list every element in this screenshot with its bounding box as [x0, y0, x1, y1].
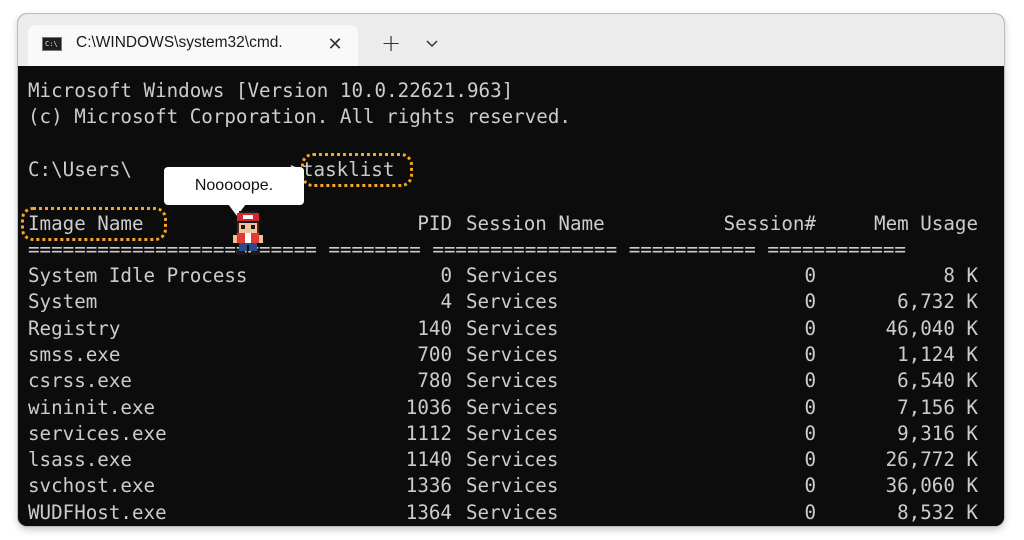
process-row: svchost.exe 1336 Services 0 36,060 K	[28, 473, 988, 499]
prompt-path: C:\Users\	[28, 158, 132, 181]
process-row: Registry 140 Services 0 46,040 K	[28, 316, 988, 342]
process-mem-usage: 46,040 K	[885, 316, 978, 340]
close-icon[interactable]: ✕	[322, 32, 348, 58]
process-mem-usage: 36,060 K	[885, 474, 978, 498]
process-mem-usage: 8,532 K	[897, 500, 978, 524]
plus-icon[interactable]: +	[374, 28, 408, 58]
title-bar: C:\ C:\WINDOWS\system32\cmd. ✕ +	[18, 14, 1004, 66]
process-row: lsass.exe 1140 Services 0 26,772 K	[28, 447, 988, 473]
copyright-line: (c) Microsoft Corporation. All rights re…	[28, 105, 571, 128]
process-mem-usage: 6,540 K	[897, 369, 978, 393]
process-row: services.exe 1112 Services 0 9,316 K	[28, 421, 988, 447]
process-row: smss.exe 700 Services 0 1,124 K	[28, 342, 988, 368]
process-mem-usage: 6,732 K	[897, 290, 978, 314]
process-mem-usage: 26,772 K	[885, 448, 978, 472]
chevron-down-icon[interactable]	[418, 29, 446, 59]
terminal-output[interactable]: Microsoft Windows [Version 10.0.22621.96…	[18, 66, 1004, 526]
speech-callout: Nooooope.	[164, 167, 304, 205]
process-row: wininit.exe 1036 Services 0 7,156 K	[28, 395, 988, 421]
process-row: WUDFHost.exe 1364 Services 0 8,532 K	[28, 500, 988, 526]
pixel-trainer-sprite	[233, 211, 263, 255]
process-row: System Idle Process 0 Services 0 8 K	[28, 263, 988, 289]
cmd-icon: C:\	[42, 37, 62, 51]
process-mem-usage: 8 K	[943, 264, 978, 287]
process-row: System 4 Services 0 6,732 K	[28, 289, 988, 315]
process-mem-usage: 9,316 K	[897, 421, 978, 445]
separator-line: ========================= ======== =====…	[28, 238, 906, 261]
process-mem-usage: 1,124 K	[897, 342, 978, 366]
process-mem-usage: 7,156 K	[897, 395, 978, 419]
terminal-window: C:\ C:\WINDOWS\system32\cmd. ✕ + Microso…	[18, 14, 1004, 526]
header-highlight	[21, 207, 167, 241]
header-row: Image Name PID Session Name Session# Mem…	[28, 211, 988, 237]
command-highlight	[301, 153, 413, 187]
version-line: Microsoft Windows [Version 10.0.22621.96…	[28, 79, 514, 102]
header-mem-usage: Mem Usage	[874, 212, 978, 235]
tab-title: C:\WINDOWS\system32\cmd.	[76, 34, 283, 51]
process-row: csrss.exe 780 Services 0 6,540 K	[28, 368, 988, 394]
tab-cmd[interactable]: C:\ C:\WINDOWS\system32\cmd. ✕	[28, 25, 358, 66]
